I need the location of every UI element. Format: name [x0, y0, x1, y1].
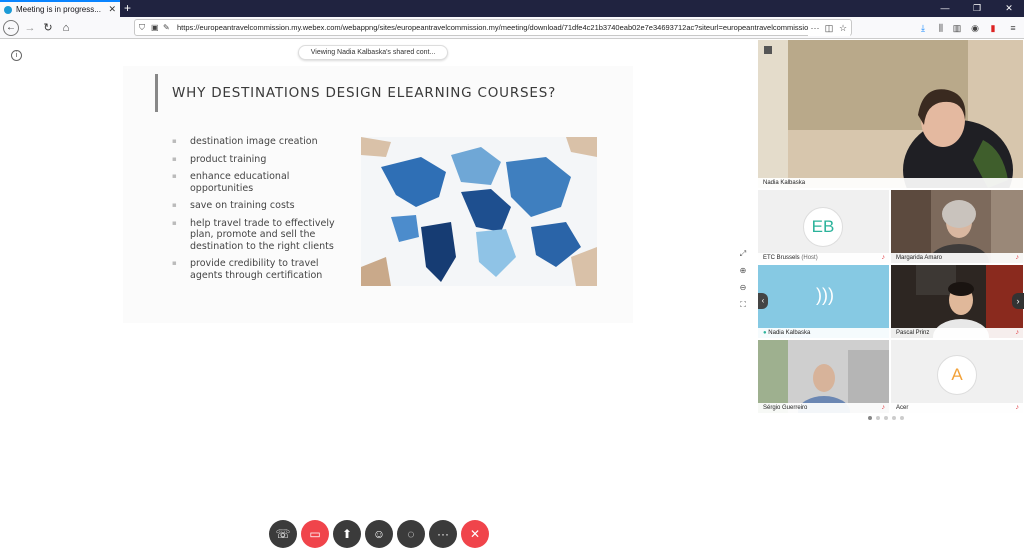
home-icon[interactable]: ⌂: [58, 20, 74, 36]
participant-label: Nadia Kalbaska: [758, 178, 1023, 188]
maximize-button[interactable]: ❐: [962, 0, 992, 17]
participant-role: (Host): [801, 255, 818, 261]
url-text: https://europeantravelcommission.my.webe…: [177, 23, 813, 32]
audio-wave-icon: ))): [816, 285, 834, 305]
tab-bar: Meeting is in progress... ✕ + — ❐ ✕: [0, 0, 1024, 17]
url-bar[interactable]: ⛉ ▣ ✎ https://europeantravelcommission.m…: [134, 19, 852, 36]
page-dot[interactable]: [900, 416, 904, 420]
video-tile[interactable]: Pascal Prinz ♪: [891, 265, 1023, 338]
page-dot[interactable]: [876, 416, 880, 420]
prev-page-icon[interactable]: ‹: [758, 293, 768, 309]
zoom-in-icon[interactable]: ⊕: [737, 265, 749, 277]
page-dot[interactable]: [884, 416, 888, 420]
mic-muted-icon: ♪: [881, 404, 886, 411]
participant-name: Sérgio Guerreiro: [763, 405, 808, 411]
pdf-extension-icon[interactable]: ▮: [986, 20, 1000, 36]
more-button[interactable]: ···: [429, 520, 457, 548]
participant-name: Margarida Amaro: [896, 255, 943, 261]
bullet-item: provide credibility to travel agents thr…: [172, 258, 342, 281]
webex-icon: ●: [763, 330, 767, 336]
participant-label: Margarida Amaro ♪: [891, 253, 1023, 263]
share-banner: Viewing Nadia Kalbaska's shared cont...: [298, 45, 448, 60]
puzzle-map-image: [361, 137, 597, 286]
page-indicator: [868, 416, 904, 420]
audio-button[interactable]: ☏: [269, 520, 297, 548]
bullet-item: save on training costs: [172, 200, 342, 212]
menu-icon[interactable]: ≡: [1006, 20, 1020, 36]
participant-label: Sérgio Guerreiro ♪: [758, 403, 889, 413]
zoom-out-icon[interactable]: ⊖: [737, 282, 749, 294]
bullet-item: product training: [172, 154, 342, 166]
browser-tab[interactable]: Meeting is in progress... ✕: [0, 0, 120, 17]
mic-muted-icon: ♪: [1015, 404, 1020, 411]
close-window-button[interactable]: ✕: [994, 0, 1024, 17]
participants-button[interactable]: ☺: [365, 520, 393, 548]
lock-icon: ▣: [151, 23, 159, 32]
video-tile-speaking[interactable]: ))) ● Nadia Kalbaska: [758, 265, 889, 338]
page-actions-icon[interactable]: ···: [808, 20, 822, 36]
mic-muted-icon: ♪: [881, 254, 886, 261]
tab-close-icon[interactable]: ✕: [108, 4, 116, 15]
participant-name: Acer: [896, 405, 909, 411]
page-dot[interactable]: [868, 416, 872, 420]
participant-name: ETC Brussels: [763, 255, 800, 261]
mic-muted-icon: ♪: [1015, 329, 1020, 336]
avatar: A: [937, 355, 977, 395]
video-tile[interactable]: Sérgio Guerreiro ♪: [758, 340, 889, 413]
participant-name: Nadia Kalbaska: [768, 330, 811, 336]
participant-label: Acer ♪: [891, 403, 1023, 413]
chat-button[interactable]: ◌: [397, 520, 425, 548]
participant-label: ETC Brussels (Host) ♪: [758, 253, 889, 263]
leave-button[interactable]: ✕: [461, 520, 489, 548]
minimize-button[interactable]: —: [930, 0, 960, 17]
share-button[interactable]: ⬆: [333, 520, 361, 548]
permissions-icon: ✎: [163, 23, 170, 32]
avatar: EB: [803, 207, 843, 247]
library-icon[interactable]: ⫼: [934, 20, 948, 36]
shield-icon: ⛉: [139, 23, 145, 32]
bullet-item: help travel trade to effectively plan, p…: [172, 218, 342, 253]
participant-label: ● Nadia Kalbaska: [758, 328, 889, 338]
participant-name: Pascal Prinz: [896, 330, 930, 336]
slide-title: WHY DESTINATIONS DESIGN ELEARNING COURSE…: [172, 85, 557, 101]
bullet-item: enhance educational opportunities: [172, 171, 342, 194]
mic-muted-icon: ♪: [1015, 254, 1020, 261]
forward-icon[interactable]: →: [22, 20, 38, 36]
bookmark-star-icon[interactable]: ☆: [836, 20, 850, 36]
title-accent-bar: [155, 74, 158, 112]
sidebar-icon[interactable]: ▥: [950, 20, 964, 36]
video-button[interactable]: ▭: [301, 520, 329, 548]
video-tile-main[interactable]: Nadia Kalbaska: [758, 40, 1023, 188]
pocket-icon[interactable]: ◫: [822, 20, 836, 36]
slide-bullets: destination image creation product train…: [172, 136, 342, 287]
meeting-info-icon[interactable]: i: [11, 50, 22, 61]
video-tile[interactable]: EB ETC Brussels (Host) ♪: [758, 190, 889, 263]
fit-icon[interactable]: ⛶: [737, 299, 749, 311]
account-icon[interactable]: ◉: [968, 20, 982, 36]
page-dot[interactable]: [892, 416, 896, 420]
participant-label: Pascal Prinz ♪: [891, 328, 1023, 338]
nav-bar: ← → ↻ ⌂ ⛉ ▣ ✎ https://europeantravelcomm…: [0, 17, 1024, 39]
new-tab-button[interactable]: +: [124, 1, 131, 15]
downloads-icon[interactable]: ⤓: [916, 20, 930, 36]
video-tile[interactable]: A Acer ♪: [891, 340, 1023, 413]
tab-title: Meeting is in progress...: [16, 5, 101, 14]
next-page-icon[interactable]: ›: [1012, 293, 1024, 309]
bullet-item: destination image creation: [172, 136, 342, 148]
reload-icon[interactable]: ↻: [40, 20, 56, 36]
webex-favicon-icon: [4, 5, 12, 14]
video-tile[interactable]: Margarida Amaro ♪: [891, 190, 1023, 263]
back-icon[interactable]: ←: [3, 20, 19, 36]
participant-name: Nadia Kalbaska: [763, 180, 806, 186]
expand-icon[interactable]: ⤢: [737, 248, 749, 260]
